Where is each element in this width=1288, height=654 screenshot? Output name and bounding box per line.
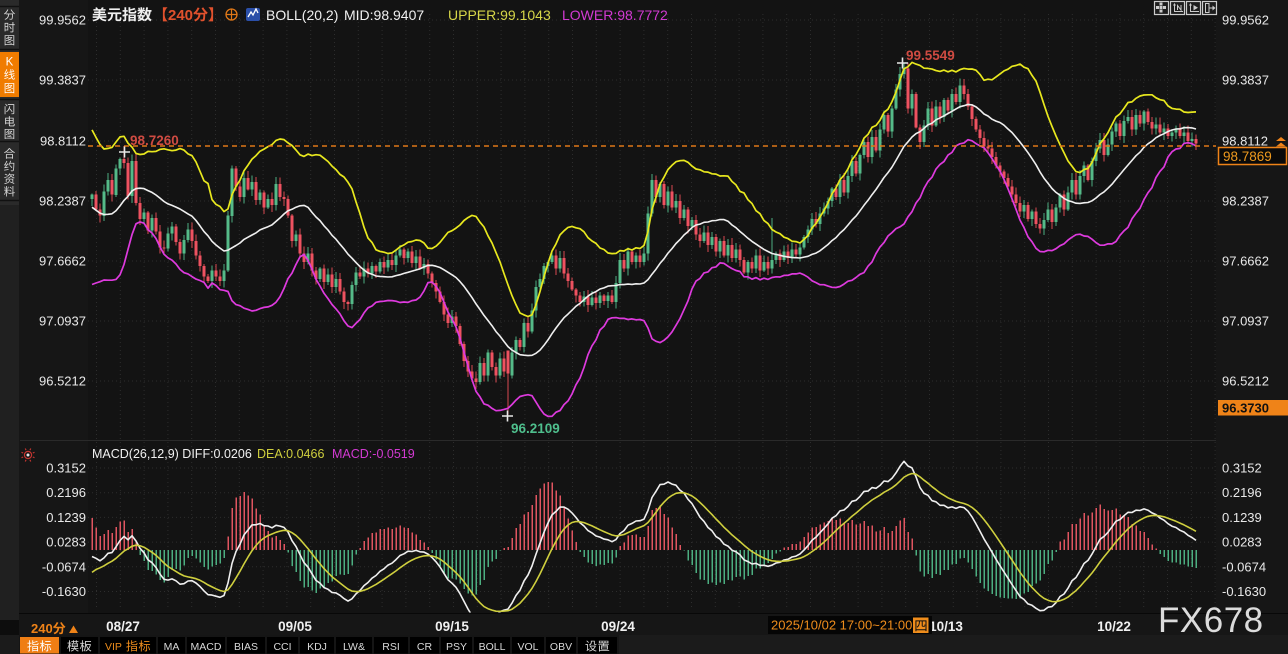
svg-text:98.7869: 98.7869 (1223, 149, 1272, 164)
svg-text:0.3152: 0.3152 (1222, 461, 1262, 476)
svg-text:98.2387: 98.2387 (1222, 194, 1269, 209)
svg-text:-0.1630: -0.1630 (1222, 584, 1266, 599)
svg-text:BOLL: BOLL (479, 641, 506, 653)
svg-text:OBV: OBV (550, 641, 572, 653)
svg-text:-0.0674: -0.0674 (1222, 559, 1266, 574)
svg-text:0.2196: 0.2196 (1222, 485, 1262, 500)
svg-text:BOLL(20,2): BOLL(20,2) (266, 7, 338, 23)
svg-text:98.8112: 98.8112 (40, 134, 86, 149)
svg-text:0.2196: 0.2196 (46, 485, 86, 500)
svg-text:MID:98.9407: MID:98.9407 (344, 7, 424, 23)
svg-text:96.2109: 96.2109 (511, 421, 560, 436)
svg-text:0.1239: 0.1239 (1222, 510, 1262, 525)
svg-text:97.0937: 97.0937 (39, 314, 86, 329)
svg-text:240: 240 (168, 7, 193, 24)
svg-text:96.3730: 96.3730 (1222, 401, 1269, 416)
svg-text:MACD(26,12,9) DIFF:0.0206: MACD(26,12,9) DIFF:0.0206 (92, 447, 252, 461)
svg-text:VOL: VOL (517, 641, 538, 653)
svg-text:0.1239: 0.1239 (46, 510, 86, 525)
svg-text:FX678: FX678 (1158, 601, 1264, 640)
svg-text:DEA:0.0466: DEA:0.0466 (257, 447, 324, 461)
svg-text:VIP: VIP (105, 641, 122, 653)
svg-text:10/13: 10/13 (929, 619, 963, 634)
svg-text:97.6662: 97.6662 (39, 254, 86, 269)
svg-text:240: 240 (31, 621, 53, 636)
svg-text:98.2387: 98.2387 (39, 194, 86, 209)
svg-text:MACD:-0.0519: MACD:-0.0519 (332, 447, 415, 461)
svg-text:KDJ: KDJ (307, 641, 327, 653)
svg-text:-0.0674: -0.0674 (42, 559, 86, 574)
svg-text:99.9562: 99.9562 (1222, 13, 1269, 28)
svg-text:0.0283: 0.0283 (1222, 535, 1262, 550)
svg-text:98.8112: 98.8112 (1222, 134, 1268, 149)
svg-text:CR: CR (417, 641, 433, 653)
svg-text:RSI: RSI (382, 641, 400, 653)
svg-text:MA: MA (164, 641, 180, 653)
svg-text:99.9562: 99.9562 (39, 13, 86, 28)
svg-text:PSY: PSY (446, 641, 467, 653)
svg-text:97.6662: 97.6662 (1222, 254, 1269, 269)
svg-text:99.3837: 99.3837 (39, 73, 86, 88)
svg-text:99.3837: 99.3837 (1222, 73, 1269, 88)
svg-text:0.0283: 0.0283 (46, 535, 86, 550)
svg-text:08/27: 08/27 (106, 619, 140, 634)
svg-text:MACD: MACD (191, 641, 222, 653)
svg-text:UPPER:99.1043: UPPER:99.1043 (448, 7, 551, 23)
svg-text:09/24: 09/24 (601, 619, 635, 634)
svg-text:96.5212: 96.5212 (1222, 374, 1269, 389)
svg-text:-0.1630: -0.1630 (42, 584, 86, 599)
svg-text:0.3152: 0.3152 (46, 461, 86, 476)
svg-text:10/22: 10/22 (1097, 619, 1131, 634)
svg-text:97.0937: 97.0937 (1222, 314, 1269, 329)
svg-text:98.7260: 98.7260 (130, 133, 179, 148)
svg-text:2025/10/02 17:00~21:00: 2025/10/02 17:00~21:00 (771, 618, 912, 633)
svg-text:99.5549: 99.5549 (906, 48, 955, 63)
svg-text:09/05: 09/05 (278, 619, 312, 634)
svg-text:CCI: CCI (273, 641, 291, 653)
svg-text:LOWER:98.7772: LOWER:98.7772 (562, 7, 668, 23)
svg-text:BIAS: BIAS (234, 641, 258, 653)
svg-text:LW&: LW& (343, 641, 365, 653)
svg-text:K: K (6, 56, 14, 68)
svg-text:09/15: 09/15 (435, 619, 469, 634)
svg-text:96.5212: 96.5212 (39, 374, 86, 389)
